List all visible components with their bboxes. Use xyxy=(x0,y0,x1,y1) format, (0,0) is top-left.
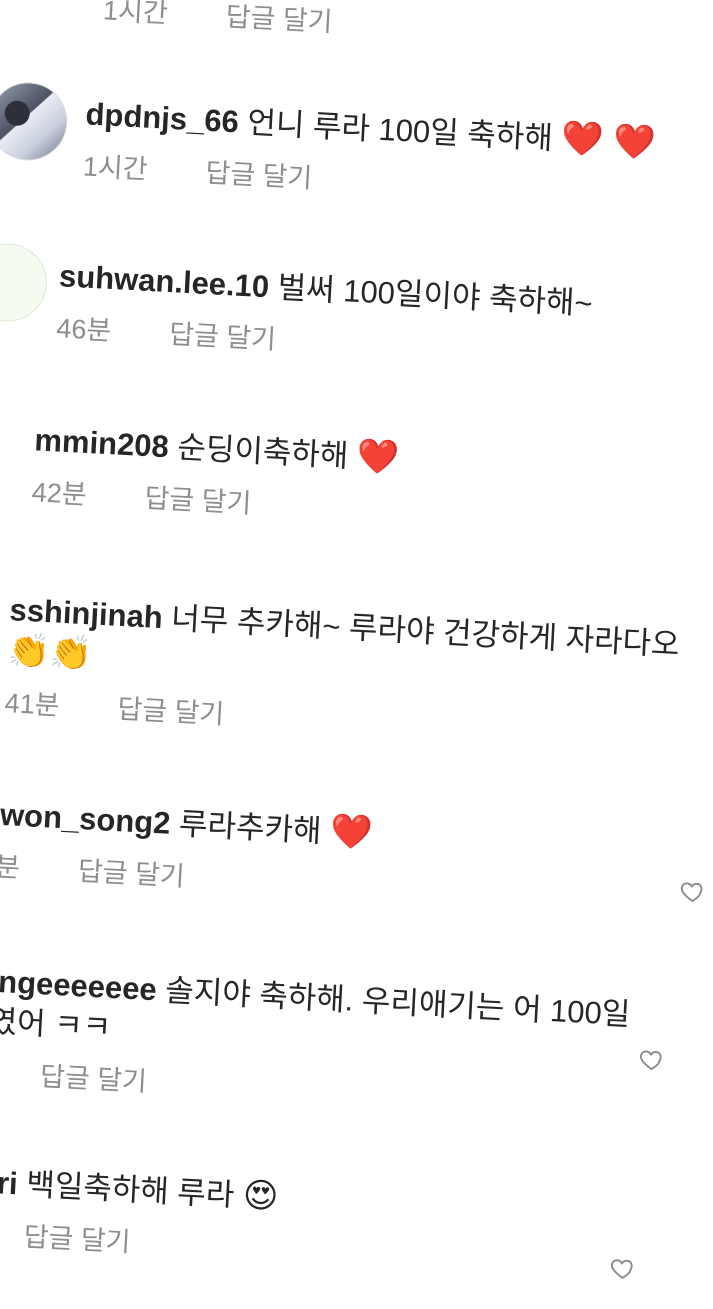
comments-screen: 1시간 답글 달기 dpdnjs_66 언니 루라 100일 축하해 ❤️ ❤️… xyxy=(0,0,713,1309)
comment-list: 1시간 답글 달기 dpdnjs_66 언니 루라 100일 축하해 ❤️ ❤️… xyxy=(0,0,713,1309)
comment-time: 1분 xyxy=(0,850,21,884)
comment-body: 너무 추카해~ 루라야 건강하게 자라다오 xyxy=(170,600,681,663)
comment-time: 46분 xyxy=(55,313,113,347)
heart-outline-icon[interactable] xyxy=(638,1046,665,1073)
reply-button[interactable]: 답글 달기 xyxy=(144,476,253,521)
heart-outline-icon[interactable] xyxy=(679,878,706,905)
reply-button[interactable]: 답글 달기 xyxy=(117,687,226,732)
comment-item: sshinjinah 너무 추카해~ 루라야 건강하게 자라다오 👏👏 41분 … xyxy=(3,590,680,753)
comment-username[interactable]: kwon_song2 xyxy=(0,796,171,841)
reply-button[interactable]: 답글 달기 xyxy=(23,1215,132,1260)
avatar[interactable] xyxy=(0,241,49,324)
comment-time: 42분 xyxy=(31,477,88,510)
heart-outline-icon[interactable] xyxy=(609,1254,636,1281)
reply-button[interactable]: 답글 달기 xyxy=(39,1054,148,1099)
comment-username[interactable]: dpdnjs_66 xyxy=(85,96,240,139)
heart-emoji: ❤️ xyxy=(355,437,401,478)
comment-item: 1시간 답글 달기 xyxy=(102,0,713,61)
reply-button[interactable]: 답글 달기 xyxy=(168,312,277,357)
comment-item: aungeeeeeee 솔지야 축하해. 우리애기는 어 100일이였어 ㅋㅋ … xyxy=(0,960,631,1122)
comment-username[interactable]: sshinjinah xyxy=(9,592,164,635)
comment-username[interactable]: suhwan.lee.10 xyxy=(58,258,270,304)
comment-time: 1시간 xyxy=(82,151,149,185)
comment-item: dpdnjs_66 언니 루라 100일 축하해 ❤️ ❤️ 1시간 답글 달기 xyxy=(82,93,713,216)
comment-time: 1시간 xyxy=(102,0,169,29)
comment-body: 순딩이축하해 xyxy=(176,429,350,474)
comment-username[interactable]: aungeeeeeee xyxy=(0,962,158,1007)
reply-button[interactable]: 답글 달기 xyxy=(225,0,334,39)
comment-body: 언니 루라 100일 축하해 xyxy=(246,104,554,156)
comment-body: 백일축하해 루라 xyxy=(25,1166,236,1213)
clapping-emoji: 👏👏 xyxy=(6,631,94,674)
heart-emoji: ❤️ ❤️ xyxy=(560,119,657,163)
comment-meta: 1시간 답글 달기 xyxy=(102,0,713,61)
heart-eyes-emoji: 😍 xyxy=(241,1176,280,1216)
reply-button[interactable]: 답글 달기 xyxy=(77,849,186,894)
reply-button[interactable]: 답글 달기 xyxy=(205,151,314,196)
avatar[interactable] xyxy=(0,80,70,163)
comment-item: suhwan.lee.10 벌써 100일이야 축하해~ 46분 답글 달기 xyxy=(56,256,700,378)
comment-item: kwon_song2 루라추카해 ❤️ 1분 답글 달기 xyxy=(0,793,623,916)
comment-item: esuri 백일축하해 루라 😍 분 답글 달기 xyxy=(0,1159,584,1282)
comment-item: mmin208 순딩이축하해 ❤️ 42분 답글 달기 xyxy=(31,419,675,542)
comment-time: 41분 xyxy=(3,688,61,721)
comment-body: 벌써 100일이야 축하해~ xyxy=(276,269,594,322)
comment-username[interactable]: esuri xyxy=(0,1162,19,1201)
comment-body: 루라추카해 xyxy=(178,806,323,849)
heart-emoji: ❤️ xyxy=(329,812,374,853)
comment-username[interactable]: mmin208 xyxy=(34,422,170,464)
